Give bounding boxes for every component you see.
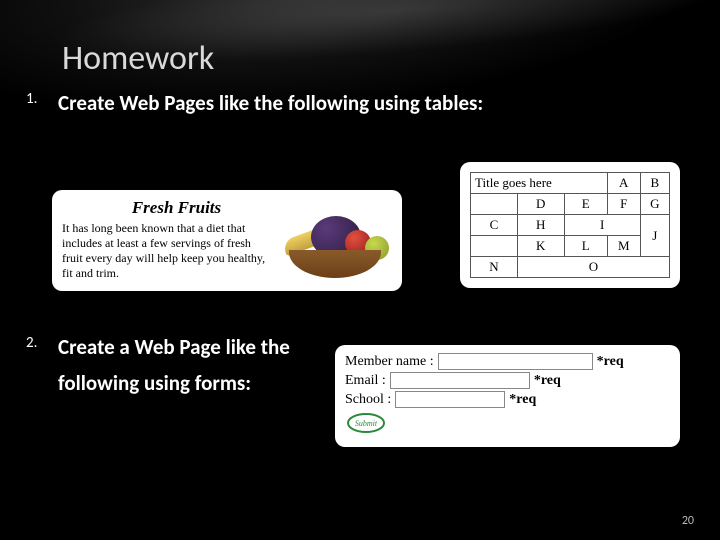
form-row-school: School : *req — [345, 391, 670, 408]
list-text-1: Create Web Pages like the following usin… — [58, 86, 483, 122]
list-text-2: Create a Web Page like the following usi… — [58, 330, 316, 401]
table-cell: E — [564, 194, 607, 215]
email-input[interactable] — [390, 372, 530, 389]
submit-text: Submit — [355, 419, 378, 428]
form-row-member: Member name : *req — [345, 353, 670, 370]
example-fruits-card: Fresh Fruits It has long been known that… — [52, 190, 402, 291]
table-row: K L M — [471, 236, 670, 257]
table-cell-empty — [471, 194, 518, 215]
list-item-2-container: 2. Create a Web Page like the following … — [26, 330, 316, 409]
required-marker: *req — [509, 392, 536, 408]
example-table: Title goes here A B D E F G C H I J K L … — [470, 172, 670, 278]
example-table-card: Title goes here A B D E F G C H I J K L … — [460, 162, 680, 288]
school-input[interactable] — [395, 391, 505, 408]
table-cell: F — [607, 194, 640, 215]
list-number-1: 1. — [26, 86, 40, 122]
table-cell: J — [640, 215, 669, 257]
table-cell: H — [517, 215, 564, 236]
member-name-input[interactable] — [438, 353, 593, 370]
member-label: Member name : — [345, 354, 434, 370]
table-row: C H I J — [471, 215, 670, 236]
table-cell: O — [517, 257, 669, 278]
table-cell: L — [564, 236, 607, 257]
form-row-email: Email : *req — [345, 372, 670, 389]
table-cell: B — [640, 173, 669, 194]
fruits-title: Fresh Fruits — [82, 198, 271, 218]
list-number-2: 2. — [26, 330, 40, 401]
required-marker: *req — [534, 373, 561, 389]
example-form-card: Member name : *req Email : *req School :… — [335, 345, 680, 447]
list-item: 1. Create Web Pages like the following u… — [26, 86, 686, 122]
table-row: D E F G — [471, 194, 670, 215]
table-cell-title: Title goes here — [471, 173, 608, 194]
page-title: Homework — [62, 38, 214, 79]
slide-number: 20 — [682, 514, 694, 528]
table-cell-empty — [471, 236, 518, 257]
table-cell: A — [607, 173, 640, 194]
fruits-text-block: Fresh Fruits It has long been known that… — [62, 198, 277, 281]
fruits-body: It has long been known that a diet that … — [62, 221, 271, 281]
school-label: School : — [345, 392, 391, 408]
table-cell: M — [607, 236, 640, 257]
table-cell: C — [471, 215, 518, 236]
list-item: 2. Create a Web Page like the following … — [26, 330, 316, 401]
table-cell: I — [564, 215, 640, 236]
table-cell: N — [471, 257, 518, 278]
table-row: N O — [471, 257, 670, 278]
table-cell: K — [517, 236, 564, 257]
submit-button[interactable]: Submit — [345, 412, 387, 434]
table-cell: D — [517, 194, 564, 215]
homework-list: 1. Create Web Pages like the following u… — [26, 86, 686, 130]
table-row: Title goes here A B — [471, 173, 670, 194]
email-label: Email : — [345, 373, 386, 389]
fruit-basket-image — [277, 202, 392, 280]
required-marker: *req — [597, 354, 624, 370]
table-cell: G — [640, 194, 669, 215]
